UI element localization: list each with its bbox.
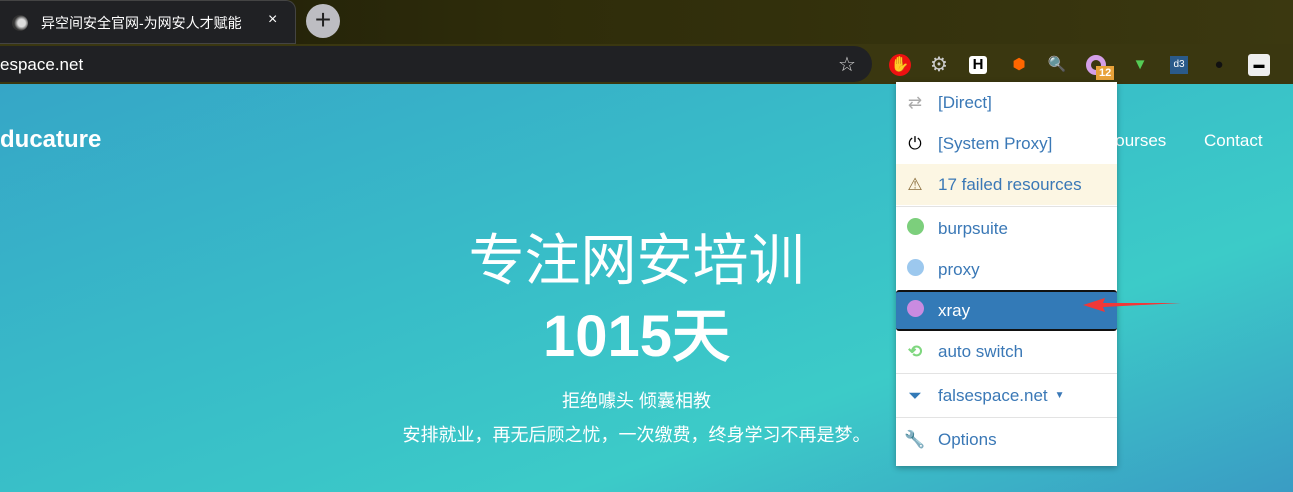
menu-item-options[interactable]: 🔧 Options <box>896 419 1117 460</box>
power-icon: ⏻ <box>908 133 922 153</box>
tab-bar: 异空间安全官网-为网安人才赋能 × + <box>0 0 1293 44</box>
new-tab-button[interactable]: + <box>306 4 340 38</box>
adblock-icon[interactable]: ✋ <box>889 54 911 76</box>
wappalyzer-icon[interactable]: ⬢ <box>1008 54 1030 76</box>
menu-item-site-rule[interactable]: ⏷ falsespace.net ▼ <box>896 375 1117 416</box>
search-extension-icon[interactable]: 🔍 <box>1046 54 1068 76</box>
nav-contact[interactable]: Contact <box>1204 131 1263 151</box>
browser-tab[interactable]: 异空间安全官网-为网安人才赋能 × <box>0 0 296 44</box>
extension-badge: 12 <box>1096 66 1115 80</box>
address-bar[interactable]: espace.net ☆ <box>0 46 872 82</box>
filter-icon: ⏷ <box>908 385 922 405</box>
caret-down-icon: ▼ <box>1054 390 1065 401</box>
d3-extension-icon[interactable]: d3 <box>1170 56 1188 74</box>
menu-item-failed-resources[interactable]: ⚠ 17 failed resources <box>896 164 1117 205</box>
red-arrow-annotation <box>1083 298 1181 312</box>
close-tab-button[interactable]: × <box>268 11 277 29</box>
retweet-icon: ⟲ <box>907 341 923 361</box>
menu-item-system-proxy[interactable]: ⏻ [System Proxy] <box>896 123 1117 164</box>
bookmark-star-icon[interactable]: ☆ <box>838 52 856 77</box>
divider <box>896 417 1117 418</box>
url-text: espace.net <box>0 55 84 74</box>
warning-icon: ⚠ <box>907 174 923 194</box>
menu-item-proxy[interactable]: proxy <box>896 249 1117 290</box>
menu-item-burpsuite[interactable]: burpsuite <box>896 208 1117 249</box>
divider <box>896 206 1117 207</box>
favicon-icon <box>12 15 28 31</box>
hacker-extension-icon[interactable]: ● <box>1208 54 1230 76</box>
swap-arrows-icon: ⇄ <box>907 92 923 112</box>
proxy-menu: ⇄ [Direct] ⏻ [System Proxy] ⚠ 17 failed res… <box>896 82 1117 466</box>
divider <box>896 373 1117 374</box>
mask-extension-icon[interactable]: ▬ <box>1248 54 1270 76</box>
wrench-icon: 🔧 <box>904 429 926 449</box>
menu-item-auto-switch[interactable]: ⟲ auto switch <box>896 331 1117 372</box>
site-brand[interactable]: ducature <box>0 126 101 154</box>
owl-extension-icon[interactable]: ▼ <box>1129 54 1151 76</box>
globe-icon <box>904 299 926 322</box>
gear-extension-icon[interactable]: ⚙ <box>928 54 950 76</box>
h-extension-icon[interactable]: H <box>969 56 987 74</box>
globe-icon <box>904 217 926 240</box>
tab-title: 异空间安全官网-为网安人才赋能 <box>41 15 242 31</box>
menu-item-direct[interactable]: ⇄ [Direct] <box>896 82 1117 123</box>
globe-icon <box>904 258 926 281</box>
